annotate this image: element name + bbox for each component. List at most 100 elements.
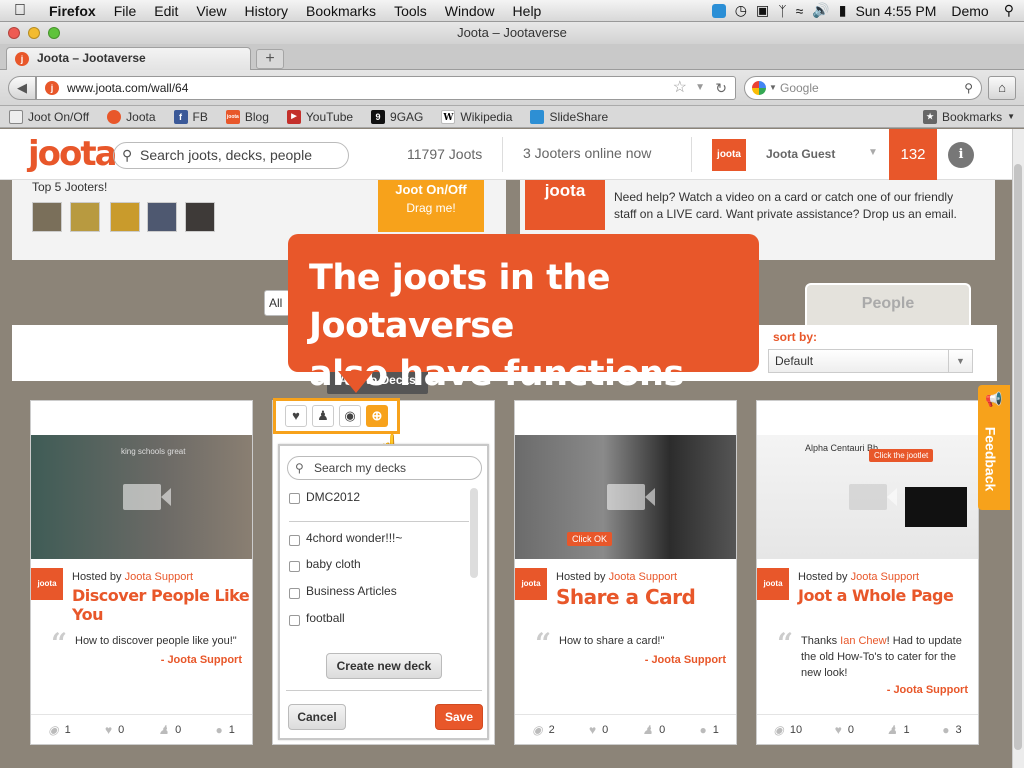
joota-logo[interactable]: joota — [28, 134, 118, 174]
menu-view[interactable]: View — [187, 3, 235, 19]
bookmark-9gag[interactable]: 9 9GAG — [362, 109, 432, 124]
home-button[interactable]: ⌂ — [988, 76, 1016, 100]
bookmark-blog[interactable]: joota Blog — [217, 109, 278, 124]
create-new-deck-button[interactable]: Create new deck — [326, 653, 442, 679]
new-tab-button[interactable]: + — [256, 49, 284, 69]
bluetooth-icon[interactable]: ᛉ — [778, 3, 786, 19]
engine-dropdown-icon[interactable]: ▼ — [769, 77, 777, 99]
time-machine-icon[interactable]: ◷ — [735, 2, 747, 19]
user-menu-dropdown-icon[interactable]: ▼ — [868, 147, 878, 158]
save-button[interactable]: Save — [435, 704, 483, 730]
google-icon[interactable] — [752, 81, 766, 95]
card-author[interactable]: - Joota Support — [161, 654, 242, 666]
history-dropdown-icon[interactable]: ▼ — [695, 77, 705, 99]
deck-checkbox[interactable] — [289, 588, 300, 599]
add-to-deck-plus-icon[interactable]: ⊕ — [366, 405, 388, 427]
deck-name[interactable]: DMC2012 — [306, 490, 360, 504]
sort-select[interactable]: Default ▼ — [768, 349, 973, 373]
bookmark-star-icon[interactable]: ☆ — [673, 77, 687, 99]
deck-name[interactable]: 4chord wonder!!!~ — [306, 531, 402, 545]
volume-icon[interactable]: 🔊 — [812, 2, 829, 19]
joot-card[interactable]: Alpha Centauri Bb Click the jootlet joot… — [756, 400, 979, 745]
card-title[interactable]: Share a Card — [556, 585, 696, 609]
cancel-button[interactable]: Cancel — [288, 704, 346, 730]
card-title[interactable]: Joot a Whole Page — [798, 586, 954, 605]
jooter-avatar[interactable] — [147, 202, 177, 232]
clock[interactable]: Sun 4:55 PM — [855, 3, 936, 19]
comments-stat[interactable]: ● 3 — [942, 723, 961, 737]
likes-stat[interactable]: ♥ 0 — [105, 723, 124, 737]
skype-icon[interactable] — [711, 3, 726, 18]
like-heart-icon[interactable]: ♥ — [285, 405, 307, 427]
info-button[interactable]: i — [948, 142, 974, 168]
scrollbar-thumb[interactable] — [1014, 164, 1022, 750]
close-window-button[interactable] — [8, 27, 20, 39]
view-eye-icon[interactable]: ◉ — [339, 405, 361, 427]
menu-window[interactable]: Window — [436, 3, 504, 19]
card-author[interactable]: - Joota Support — [887, 684, 968, 696]
tab-people[interactable]: People — [805, 283, 971, 325]
site-identity-icon[interactable]: j — [45, 81, 59, 95]
tab-jootaverse[interactable]: j Joota – Jootaverse — [6, 47, 251, 70]
bookmark-fb[interactable]: f FB — [165, 109, 217, 124]
people-stat[interactable]: ♟ 0 — [158, 723, 181, 737]
joot-onoff-bookmarklet[interactable]: Joot On/Off Drag me! — [378, 180, 484, 232]
card-thumbnail[interactable]: king schools great — [31, 435, 252, 559]
mentioned-user[interactable]: Ian Chew — [840, 635, 886, 647]
comments-stat[interactable]: ● 1 — [216, 723, 235, 737]
spotlight-icon[interactable]: ⚲ — [1004, 2, 1014, 19]
likes-stat[interactable]: ♥ 0 — [835, 723, 854, 737]
search-engine-bar[interactable]: ▼ Google ⚲ — [744, 76, 982, 100]
zoom-window-button[interactable] — [48, 27, 60, 39]
share-people-icon[interactable]: ♟ — [312, 405, 334, 427]
jooters-online[interactable]: 3 Jooters online now — [523, 145, 651, 161]
joot-card[interactable]: king schools great joota Hosted by Joota… — [30, 400, 253, 745]
card-thumbnail[interactable]: Click OK — [515, 435, 736, 559]
menu-history[interactable]: History — [235, 3, 297, 19]
people-stat[interactable]: ♟ 1 — [887, 723, 910, 737]
deck-checkbox[interactable] — [289, 535, 300, 546]
jooter-avatar[interactable] — [110, 202, 140, 232]
card-thumbnail[interactable]: Alpha Centauri Bb Click the jootlet — [757, 435, 978, 559]
host-name[interactable]: Joota Support — [125, 571, 194, 583]
reload-icon[interactable]: ↻ — [715, 77, 727, 99]
menu-app[interactable]: Firefox — [40, 3, 105, 19]
people-stat[interactable]: ♟ 0 — [642, 723, 665, 737]
user-name[interactable]: Joota Guest — [766, 147, 835, 161]
joot-card[interactable]: Click OK joota Hosted by Joota Support S… — [514, 400, 737, 745]
deck-name[interactable]: football — [306, 611, 345, 625]
user-avatar[interactable]: joota — [712, 139, 746, 171]
bookmark-slideshare[interactable]: SlideShare — [521, 109, 617, 124]
bookmark-wikipedia[interactable]: W Wikipedia — [432, 109, 521, 124]
battery-icon[interactable]: ▮ — [839, 2, 847, 19]
menu-help[interactable]: Help — [504, 3, 551, 19]
search-icon[interactable]: ⚲ — [964, 77, 973, 99]
deck-checkbox[interactable] — [289, 615, 300, 626]
menu-file[interactable]: File — [105, 3, 146, 19]
jooter-avatar[interactable] — [70, 202, 100, 232]
bookmarks-menu[interactable]: ★ Bookmarks ▼ — [914, 109, 1024, 124]
card-title[interactable]: Discover People Like You — [72, 586, 252, 624]
host-name[interactable]: Joota Support — [851, 571, 920, 583]
display-icon[interactable]: ▣ — [756, 2, 769, 19]
menu-bookmarks[interactable]: Bookmarks — [297, 3, 385, 19]
deck-search-input[interactable]: ⚲ Search my decks — [287, 456, 482, 480]
card-author[interactable]: - Joota Support — [645, 654, 726, 666]
site-search-input[interactable]: ⚲ Search joots, decks, people — [113, 142, 349, 169]
apple-menu-icon[interactable]:  — [0, 2, 40, 20]
bookmark-joot-onoff[interactable]: Joot On/Off — [0, 109, 98, 124]
deck-list-scrollbar[interactable] — [470, 488, 478, 578]
comments-stat[interactable]: ● 1 — [700, 723, 719, 737]
minimize-window-button[interactable] — [28, 27, 40, 39]
wifi-icon[interactable]: ≈ — [796, 3, 804, 19]
tab-all[interactable]: All c — [264, 290, 290, 316]
likes-stat[interactable]: ♥ 0 — [589, 723, 608, 737]
host-name[interactable]: Joota Support — [609, 571, 678, 583]
deck-name[interactable]: Business Articles — [306, 584, 397, 598]
jooter-avatar[interactable] — [32, 202, 62, 232]
jooter-avatar[interactable] — [185, 202, 215, 232]
back-button[interactable]: ◀ — [8, 76, 36, 100]
deck-checkbox[interactable] — [289, 561, 300, 572]
notification-count[interactable]: 132 — [889, 129, 937, 180]
bookmark-joota[interactable]: Joota — [98, 109, 164, 124]
